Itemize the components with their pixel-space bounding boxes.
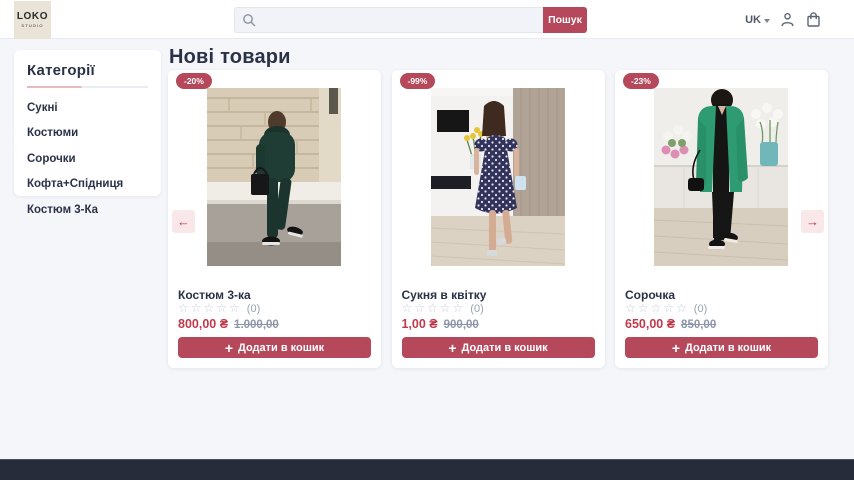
add-to-cart-label: Додати в кошик xyxy=(462,342,548,354)
search-bar: Пошук xyxy=(234,7,587,33)
categories-title: Категорії xyxy=(27,62,148,79)
old-price: 850,00 xyxy=(681,319,716,331)
user-icon[interactable] xyxy=(779,11,796,28)
chevron-down-icon xyxy=(764,19,770,23)
carousel-prev-button[interactable] xyxy=(172,210,195,233)
arrow-left-icon xyxy=(177,214,190,229)
rating: (0) xyxy=(625,302,707,315)
current-price: 650,00 ₴ xyxy=(625,317,675,331)
discount-badge: -99% xyxy=(400,73,436,89)
discount-badge: -23% xyxy=(623,73,659,89)
product-photo-street-suit xyxy=(207,88,341,266)
old-price: 900,00 xyxy=(444,319,479,331)
categories-divider xyxy=(27,86,148,88)
price-row: 1,00 ₴ 900,00 xyxy=(402,317,479,331)
old-price: 1.000,00 xyxy=(234,319,279,331)
product-name[interactable]: Сорочка xyxy=(625,288,675,302)
categories-panel: Категорії Сукні Костюми Сорочки Кофта+Сп… xyxy=(14,50,161,196)
carousel-next-button[interactable] xyxy=(801,210,824,233)
current-price: 1,00 ₴ xyxy=(402,317,438,331)
logo-title: LOKO xyxy=(17,12,48,22)
plus-icon xyxy=(448,341,456,355)
product-card: -20% xyxy=(168,70,381,368)
language-selector[interactable]: UK xyxy=(745,14,770,26)
add-to-cart-label: Додати в кошик xyxy=(238,342,324,354)
rating: (0) xyxy=(402,302,484,315)
product-photo-polka-dress xyxy=(431,88,565,266)
add-to-cart-button[interactable]: Додати в кошик xyxy=(178,337,371,358)
price-row: 800,00 ₴ 1.000,00 xyxy=(178,317,279,331)
page-title: Нові товари xyxy=(169,46,291,69)
footer xyxy=(0,459,854,480)
discount-badge: -20% xyxy=(176,73,212,89)
add-to-cart-button[interactable]: Додати в кошик xyxy=(625,337,818,358)
current-price: 800,00 ₴ xyxy=(178,317,228,331)
add-to-cart-label: Додати в кошик xyxy=(685,342,771,354)
product-image[interactable] xyxy=(207,88,341,266)
product-card: -23% xyxy=(615,70,828,368)
price-row: 650,00 ₴ 850,00 xyxy=(625,317,716,331)
rating: (0) xyxy=(178,302,260,315)
language-label: UK xyxy=(745,14,761,26)
search-input[interactable] xyxy=(234,7,543,33)
new-products-carousel: -20% xyxy=(168,70,828,368)
star-icons xyxy=(402,302,466,315)
header: LOKO STUDIO Пошук UK xyxy=(0,0,854,39)
cart-icon[interactable] xyxy=(805,11,822,28)
rating-count: (0) xyxy=(470,303,483,315)
product-image[interactable] xyxy=(431,88,565,266)
search-button[interactable]: Пошук xyxy=(543,7,587,33)
sidebar-item-shirts[interactable]: Сорочки xyxy=(27,153,148,165)
product-name[interactable]: Сукня в квітку xyxy=(402,288,487,302)
star-icons xyxy=(625,302,689,315)
product-image[interactable] xyxy=(654,88,788,266)
add-to-cart-button[interactable]: Додати в кошик xyxy=(402,337,595,358)
header-actions: UK xyxy=(745,0,822,39)
plus-icon xyxy=(225,341,233,355)
logo[interactable]: LOKO STUDIO xyxy=(14,1,51,39)
sidebar-item-suits[interactable]: Костюми xyxy=(27,127,148,139)
plus-icon xyxy=(672,341,680,355)
sidebar-item-dresses[interactable]: Сукні xyxy=(27,102,148,114)
logo-subtitle: STUDIO xyxy=(21,23,43,28)
rating-count: (0) xyxy=(694,303,707,315)
arrow-right-icon xyxy=(806,214,819,229)
product-photo-green-shirt xyxy=(654,88,788,266)
product-card: -99% xyxy=(392,70,605,368)
rating-count: (0) xyxy=(247,303,260,315)
sidebar-item-suit-3piece[interactable]: Костюм 3-Ка xyxy=(27,204,148,216)
sidebar-item-top-skirt[interactable]: Кофта+Спідниця xyxy=(27,178,148,190)
product-name[interactable]: Костюм 3-ка xyxy=(178,288,251,302)
star-icons xyxy=(178,302,242,315)
